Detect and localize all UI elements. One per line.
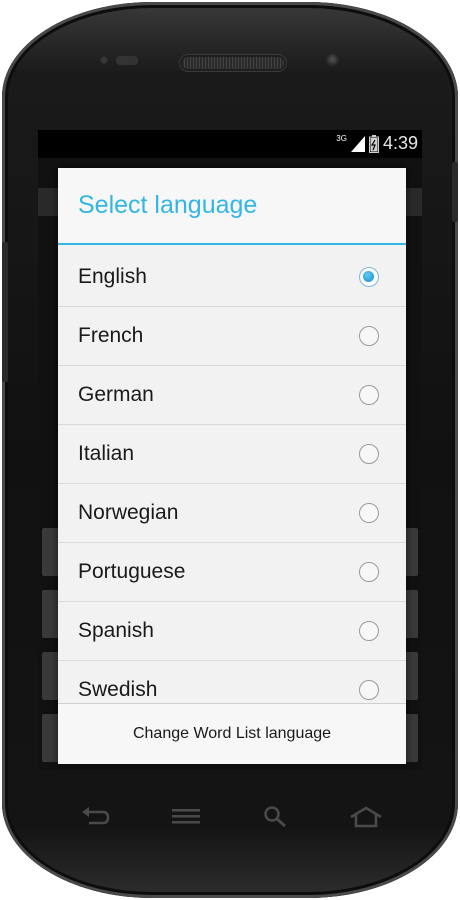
radio-button[interactable] bbox=[359, 326, 379, 346]
menu-icon bbox=[172, 809, 200, 824]
language-label: Norwegian bbox=[78, 501, 179, 524]
hardware-nav-bar bbox=[50, 797, 410, 837]
radio-button[interactable] bbox=[359, 444, 379, 464]
language-list: English French German Italian Norwegian … bbox=[58, 248, 406, 704]
language-label: German bbox=[78, 383, 154, 406]
status-clock: 4:39 bbox=[382, 133, 418, 153]
back-button[interactable] bbox=[76, 803, 116, 831]
earpiece-speaker bbox=[182, 57, 284, 69]
volume-key bbox=[2, 242, 8, 382]
radio-button[interactable] bbox=[359, 503, 379, 523]
change-word-list-language-button[interactable]: Change Word List language bbox=[58, 703, 406, 764]
radio-button[interactable] bbox=[359, 621, 379, 641]
language-option-english[interactable]: English bbox=[58, 248, 406, 307]
search-button[interactable] bbox=[256, 803, 296, 831]
language-label: English bbox=[78, 265, 147, 288]
back-icon bbox=[82, 807, 110, 825]
language-label: French bbox=[78, 324, 144, 347]
language-option-german[interactable]: German bbox=[58, 366, 406, 425]
proximity-sensor bbox=[116, 56, 138, 65]
radio-button[interactable] bbox=[359, 562, 379, 582]
signal-icon bbox=[350, 135, 365, 152]
battery-icon bbox=[368, 134, 379, 153]
language-label: Spanish bbox=[78, 619, 154, 642]
language-option-portuguese[interactable]: Portuguese bbox=[58, 543, 406, 602]
radio-button-checked[interactable] bbox=[359, 267, 379, 287]
language-option-italian[interactable]: Italian bbox=[58, 425, 406, 484]
language-label: Swedish bbox=[78, 678, 158, 701]
language-option-french[interactable]: French bbox=[58, 307, 406, 366]
status-bar: 3G 4:39 bbox=[38, 130, 422, 158]
language-option-swedish[interactable]: Swedish bbox=[58, 661, 406, 704]
select-language-dialog: Select language English French German It… bbox=[58, 168, 406, 764]
phone-screen: 3G 4:39 Select language English French G… bbox=[38, 130, 422, 770]
menu-button[interactable] bbox=[166, 803, 206, 831]
language-label: Portuguese bbox=[78, 560, 186, 583]
search-icon bbox=[264, 806, 286, 828]
network-type-label: 3G bbox=[336, 134, 347, 143]
radio-button[interactable] bbox=[359, 680, 379, 700]
light-sensor bbox=[99, 55, 109, 65]
home-button[interactable] bbox=[346, 803, 386, 831]
radio-button[interactable] bbox=[359, 385, 379, 405]
language-option-norwegian[interactable]: Norwegian bbox=[58, 484, 406, 543]
home-icon bbox=[350, 806, 382, 828]
front-camera bbox=[326, 53, 342, 69]
status-icons: 3G 4:39 bbox=[336, 133, 418, 154]
power-key bbox=[452, 162, 458, 222]
language-option-spanish[interactable]: Spanish bbox=[58, 602, 406, 661]
dialog-title: Select language bbox=[58, 168, 406, 245]
language-label: Italian bbox=[78, 442, 135, 465]
